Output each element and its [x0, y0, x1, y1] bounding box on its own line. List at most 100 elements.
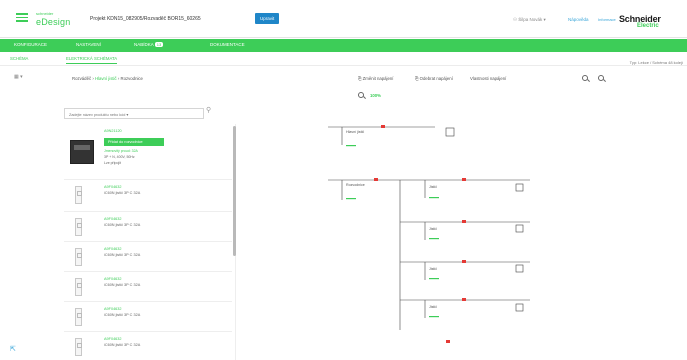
- list-item[interactable]: A9F04632 iC60N jistič 3P C 32A: [64, 212, 232, 242]
- add-to-panel-button[interactable]: Přidat do rozvodnice: [104, 138, 164, 146]
- load-symbol: [515, 303, 524, 312]
- red-marker: [462, 220, 466, 223]
- product-desc: iC60N jistič 3P C 32A: [104, 343, 141, 347]
- list-item[interactable]: A9F04632 iC60N jistič 3P C 32A: [64, 242, 232, 272]
- product-search-input[interactable]: Zadejte název produktu nebo kód ▾: [64, 108, 204, 119]
- product-current: Jmenovitý proud: 32A: [104, 149, 138, 153]
- product-desc: iC60N jistič 3P C 32A: [104, 313, 141, 317]
- product-desc: iC60N jistič 3P C 32A: [104, 253, 141, 257]
- product-spec: 3P + N, 400V, 50Hz: [104, 155, 135, 159]
- load-symbol: [515, 183, 524, 192]
- company-logo: Schneider Electric: [619, 11, 683, 31]
- breaker-thumbnail: [75, 308, 82, 326]
- modify-button[interactable]: Upravit: [255, 13, 280, 24]
- green-tag: [346, 198, 356, 200]
- breaker-thumbnail: [75, 218, 82, 236]
- product-code: A9F04632: [104, 217, 122, 221]
- red-marker: [462, 260, 466, 263]
- brand-title[interactable]: eDesign: [36, 17, 70, 27]
- product-desc: iC60N jistič 3P C 32A: [104, 191, 141, 195]
- top-breaker-label: Hlavní jistič: [346, 130, 364, 134]
- tab-electrical-schemas[interactable]: Elektrická schémata: [66, 56, 118, 64]
- load-symbol: [515, 224, 524, 233]
- change-supply-button[interactable]: ⎘ Změnit napájení: [358, 76, 393, 81]
- red-marker: [462, 178, 466, 181]
- product-code: A9N21120: [104, 129, 122, 133]
- remove-supply-label: Odebrat napájení: [419, 76, 453, 81]
- main-panel-label: Rozvodnice: [346, 183, 365, 187]
- product-desc: iC60N jistič 3P C 32A: [104, 223, 141, 227]
- logo-subtext: Electric: [637, 23, 659, 29]
- main-nav: Konfigurace Nastavení Nabídka 13 Dokument…: [0, 39, 687, 52]
- crumb-root[interactable]: Rozváděč: [72, 76, 91, 81]
- expand-icon[interactable]: ⇱: [10, 345, 16, 353]
- help-link[interactable]: Nápověda: [568, 17, 589, 22]
- change-supply-label: Změnit napájení: [362, 76, 394, 81]
- list-item[interactable]: A9N21120 Přidat do rozvodnice Jmenovitý …: [64, 124, 232, 180]
- branch-label: Jistič: [429, 267, 437, 271]
- zoom-reset-icon[interactable]: [358, 92, 364, 98]
- grid-icon: ▦: [14, 74, 19, 80]
- breaker-thumbnail: [75, 278, 82, 296]
- branch-label: Jistič: [429, 305, 437, 309]
- branch-label: Jistič: [429, 227, 437, 231]
- green-tag: [429, 238, 439, 240]
- product-code: A9F04632: [104, 185, 122, 189]
- breaker-thumbnail: [75, 186, 82, 204]
- top-symbol: [445, 127, 455, 137]
- nav-offer[interactable]: Nabídka 13: [134, 42, 164, 47]
- sub-tabs: Schéma Elektrická schémata: [0, 52, 687, 66]
- zoom-in-icon[interactable]: [582, 75, 588, 81]
- zoom-level: 100%: [370, 93, 381, 98]
- nav-configuration[interactable]: Konfigurace: [14, 42, 47, 47]
- tab-schema[interactable]: Schéma: [10, 56, 28, 61]
- list-item[interactable]: A9F04632 iC60N jistič 3P C 32A: [64, 180, 232, 212]
- user-menu[interactable]: ⚇ Šilpa Novák ▾: [513, 17, 546, 23]
- offer-count-badge: 13: [154, 42, 164, 47]
- green-tag: [429, 316, 439, 318]
- green-tag: [429, 197, 439, 199]
- breaker-thumbnail: [75, 248, 82, 266]
- chevron-down-icon: ▾: [20, 74, 23, 80]
- product-desc: iC60N jistič 3P C 32A: [104, 283, 141, 287]
- product-note: Lze připojit: [104, 161, 121, 165]
- tree-toggle[interactable]: ▦ ▾: [14, 74, 23, 80]
- green-tag: [429, 278, 439, 280]
- red-marker: [374, 178, 378, 181]
- list-scrollbar[interactable]: [233, 126, 236, 256]
- crumb-panel[interactable]: Rozvodnice: [121, 76, 143, 81]
- product-list: A9N21120 Přidat do rozvodnice Jmenovitý …: [64, 124, 236, 360]
- info-link[interactable]: Informace: [598, 17, 616, 22]
- user-name: Šilpa Novák ▾: [518, 17, 546, 22]
- filter-icon[interactable]: ⚲: [206, 106, 211, 114]
- list-item[interactable]: A9F04632 iC60N jistič 3P C 32A: [64, 332, 232, 360]
- nav-documentation[interactable]: Dokumentace: [210, 42, 245, 47]
- red-marker: [381, 125, 385, 128]
- remove-supply-button[interactable]: ⎘ Odebrat napájení: [415, 76, 453, 81]
- green-tag: [346, 145, 356, 147]
- product-code: A9F04632: [104, 247, 122, 251]
- nav-offer-label: Nabídka: [134, 42, 154, 47]
- crumb-main[interactable]: Hlavní jistič: [95, 76, 117, 81]
- breaker-thumbnail: [75, 338, 82, 356]
- product-code: A9F04632: [104, 277, 122, 281]
- breaker-image: [70, 140, 94, 164]
- product-code: A9F04632: [104, 337, 122, 341]
- branch-label: Jistič: [429, 185, 437, 189]
- load-symbol: [515, 264, 524, 273]
- app-header: schneider eDesign Projekt KDN15_082905/R…: [0, 0, 687, 38]
- nav-settings[interactable]: Nastavení: [76, 42, 101, 47]
- menu-icon[interactable]: [16, 13, 28, 22]
- list-item[interactable]: A9F04632 iC60N jistič 3P C 32A: [64, 302, 232, 332]
- electrical-diagram[interactable]: Hlavní jistič Rozvodnice Jistič Jistič J…: [240, 100, 687, 360]
- project-title: Projekt KDN15_082905/Rozvaděč BOR15_6026…: [90, 16, 201, 22]
- red-marker: [446, 340, 450, 343]
- breadcrumb: Rozváděč › Hlavní jistič › Rozvodnice: [72, 76, 143, 81]
- supply-properties-button[interactable]: Vlastnosti napájení: [470, 76, 506, 81]
- brand-small: schneider: [36, 11, 54, 16]
- red-marker: [462, 298, 466, 301]
- product-code: A9F04632: [104, 307, 122, 311]
- list-item[interactable]: A9F04632 iC60N jistič 3P C 32A: [64, 272, 232, 302]
- zoom-out-icon[interactable]: [598, 75, 604, 81]
- panel-type-info: Typ: Lekce / Schéma 48 kolejí: [629, 60, 683, 65]
